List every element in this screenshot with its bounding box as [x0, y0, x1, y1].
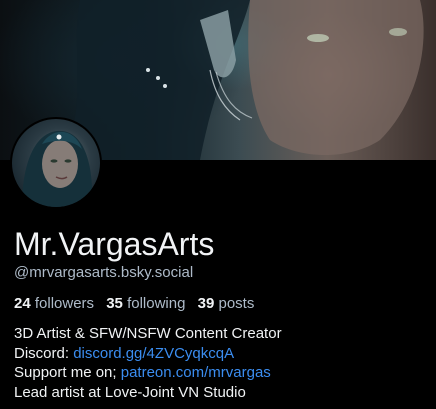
- bio-line-discord: Discord: discord.gg/4ZVCyqkcqA: [14, 344, 282, 364]
- avatar[interactable]: [10, 117, 102, 209]
- profile-handle: @mrvargasarts.bsky.social: [14, 264, 194, 281]
- profile-bio: 3D Artist & SFW/NSFW Content Creator Dis…: [14, 324, 282, 402]
- display-name: Mr.VargasArts: [14, 226, 215, 262]
- bio-line: 3D Artist & SFW/NSFW Content Creator: [14, 325, 282, 342]
- avatar-artwork: [22, 130, 93, 207]
- patreon-link[interactable]: patreon.com/mrvargas: [121, 364, 271, 381]
- following-stat[interactable]: 35 following: [106, 295, 185, 312]
- followers-label: followers: [34, 295, 95, 312]
- following-count: 35: [106, 295, 123, 312]
- posts-stat: 39 posts: [198, 295, 255, 312]
- profile-stats: 24 followers 35 following 39 posts: [14, 295, 262, 313]
- posts-count: 39: [197, 295, 215, 312]
- discord-link[interactable]: discord.gg/4ZVCyqkcqA: [73, 345, 234, 362]
- followers-count: 24: [14, 295, 31, 312]
- followers-stat[interactable]: 24 followers: [14, 295, 94, 312]
- bio-line-patreon: Support me on; patreon.com/mrvargas: [14, 363, 282, 383]
- following-label: following: [127, 295, 186, 312]
- bio-line-prefix: Support me on;: [14, 364, 121, 381]
- bio-line: Lead artist at Love-Joint VN Studio: [14, 383, 246, 401]
- posts-label: posts: [218, 295, 255, 312]
- bio-line-prefix: Discord:: [14, 344, 74, 362]
